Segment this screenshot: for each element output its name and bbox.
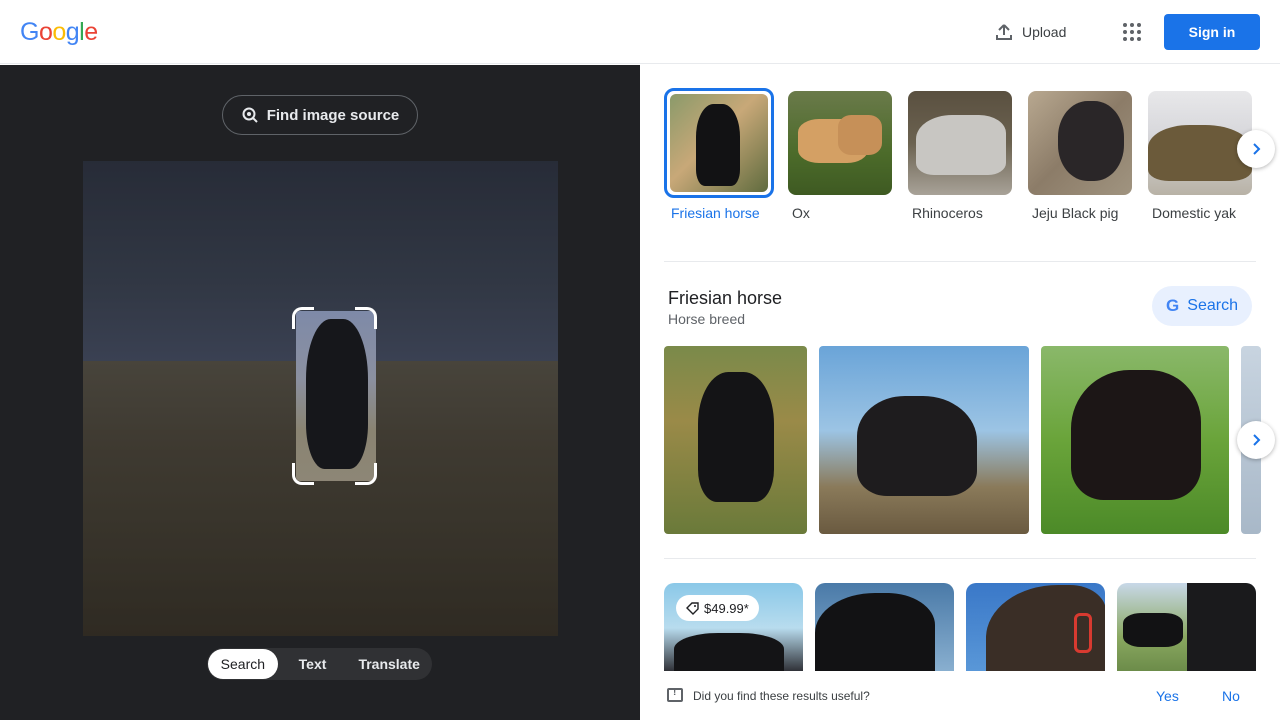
chevron-right-icon xyxy=(1253,434,1261,446)
visual-match-result[interactable] xyxy=(815,583,954,673)
mode-translate-tab[interactable]: Translate xyxy=(347,649,431,679)
sign-in-button[interactable]: Sign in xyxy=(1164,14,1260,50)
crop-handle-bottom-right[interactable] xyxy=(355,463,377,485)
feedback-question: Did you find these results useful? xyxy=(693,689,870,703)
section-divider xyxy=(664,261,1256,262)
selected-crop-region[interactable] xyxy=(296,311,376,481)
google-logo[interactable]: Google xyxy=(20,18,98,47)
visual-match-result[interactable] xyxy=(1117,583,1256,673)
mode-text-tab[interactable]: Text xyxy=(278,649,348,679)
google-g-icon: G xyxy=(1166,296,1180,315)
apps-grid-icon[interactable] xyxy=(1116,16,1148,48)
related-chip-label: Domestic yak xyxy=(1152,205,1237,221)
related-entities-carousel: Friesian horse Ox Rhinoceros Jeju Black … xyxy=(664,88,1252,231)
find-image-source-button[interactable]: Find image source xyxy=(222,95,418,135)
gallery-image[interactable] xyxy=(664,346,807,534)
chevron-right-icon xyxy=(1253,143,1261,155)
entity-search-label: Search xyxy=(1187,297,1238,314)
mode-search-tab[interactable]: Search xyxy=(208,649,278,679)
upload-label: Upload xyxy=(1022,24,1067,40)
related-chip-label: Friesian horse xyxy=(671,205,760,221)
gallery-image[interactable] xyxy=(819,346,1029,534)
top-header: Google Upload Sign in xyxy=(0,0,1280,64)
feedback-bar: Did you find these results useful? Yes N… xyxy=(640,671,1280,720)
carousel-next-arrow[interactable] xyxy=(1237,130,1275,168)
mode-switcher: Search Text Translate xyxy=(207,648,432,680)
results-panel: Friesian horse Ox Rhinoceros Jeju Black … xyxy=(640,65,1280,720)
price-tag-icon xyxy=(686,601,699,615)
upload-button[interactable]: Upload xyxy=(984,14,1076,50)
upload-icon xyxy=(996,24,1012,40)
crop-handle-top-right[interactable] xyxy=(355,307,377,329)
related-chip-jeju-black-pig[interactable]: Jeju Black pig xyxy=(1028,91,1132,221)
related-chip-ox[interactable]: Ox xyxy=(788,91,892,221)
entity-subtitle: Horse breed xyxy=(668,311,746,327)
find-source-label: Find image source xyxy=(266,106,400,124)
crop-handle-top-left[interactable] xyxy=(292,307,314,329)
related-chip-label: Rhinoceros xyxy=(912,205,983,221)
image-panel: Find image source Search Text Translate xyxy=(0,65,640,720)
related-chip-rhinoceros[interactable]: Rhinoceros xyxy=(908,91,1012,221)
entity-title: Friesian horse xyxy=(668,288,783,308)
entity-search-button[interactable]: G Search xyxy=(1152,286,1252,326)
lens-search-icon xyxy=(242,107,258,123)
visual-match-result[interactable]: $49.99* xyxy=(664,583,803,673)
related-chip-label: Ox xyxy=(792,205,810,221)
feedback-no-button[interactable]: No xyxy=(1222,688,1240,704)
section-divider xyxy=(664,558,1256,559)
gallery-next-arrow[interactable] xyxy=(1237,421,1275,459)
feedback-yes-button[interactable]: Yes xyxy=(1156,688,1179,704)
related-chip-friesian-horse[interactable]: Friesian horse xyxy=(664,88,774,221)
related-chip-domestic-yak[interactable]: Domestic yak xyxy=(1148,91,1252,221)
visual-match-result[interactable] xyxy=(966,583,1105,673)
gallery-image[interactable] xyxy=(1041,346,1229,534)
price-tag: $49.99* xyxy=(676,595,759,621)
horse-silhouette xyxy=(306,319,368,469)
related-chip-label: Jeju Black pig xyxy=(1032,205,1119,221)
query-image xyxy=(83,161,558,636)
crop-handle-bottom-left[interactable] xyxy=(292,463,314,485)
feedback-icon xyxy=(667,687,683,702)
price-label: $49.99* xyxy=(704,600,749,616)
